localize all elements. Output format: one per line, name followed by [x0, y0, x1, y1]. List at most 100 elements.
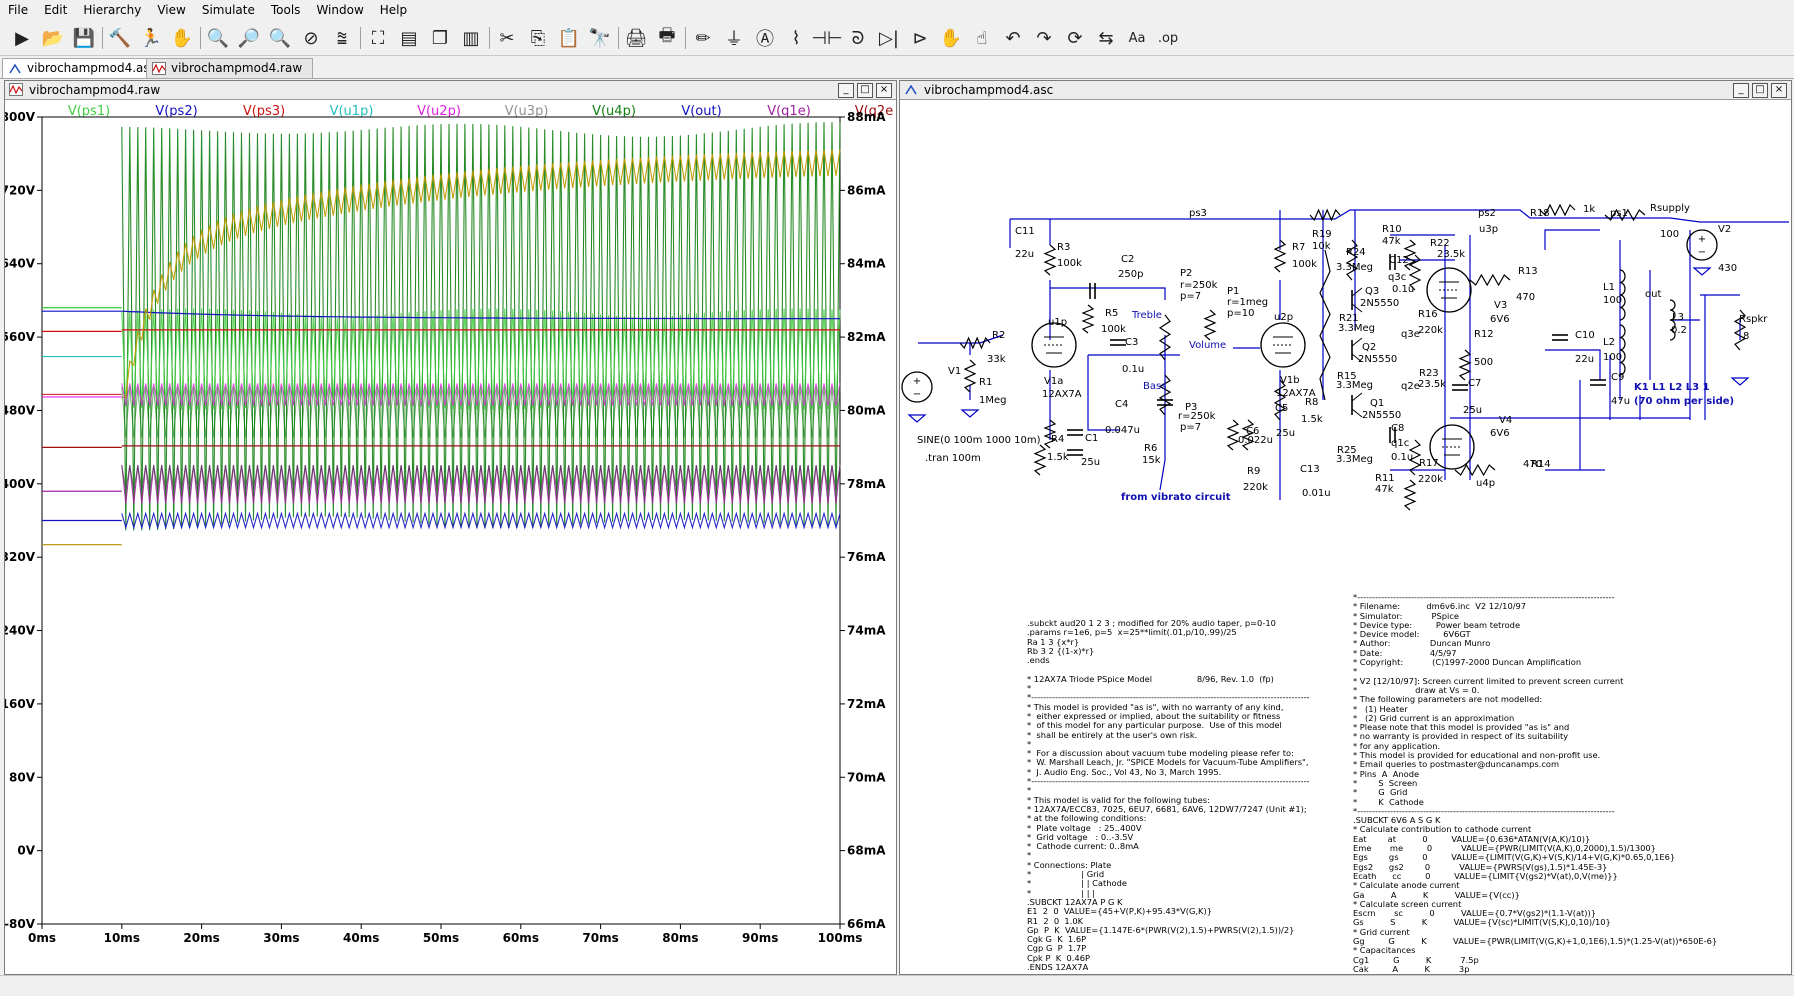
- resistor-icon[interactable]: [1033, 444, 1047, 476]
- component-label[interactable]: Q3: [1365, 286, 1379, 297]
- component-label[interactable]: 10k: [1312, 241, 1331, 252]
- component-label[interactable]: 1.5k: [1301, 414, 1323, 425]
- component-label[interactable]: 6V6: [1490, 428, 1510, 439]
- net-label[interactable]: ps2: [1478, 208, 1496, 219]
- component-label[interactable]: V2: [1718, 224, 1731, 235]
- component-label[interactable]: 470: [1516, 292, 1535, 303]
- component-label[interactable]: C8: [1391, 423, 1404, 434]
- net-label[interactable]: q3c: [1388, 272, 1406, 283]
- component-label[interactable]: 0.1u: [1122, 364, 1144, 375]
- redo-icon[interactable]: ↷: [1030, 24, 1058, 52]
- component-label[interactable]: V4: [1499, 415, 1512, 426]
- drag-icon[interactable]: ☝: [968, 24, 996, 52]
- component-label[interactable]: R18: [1530, 208, 1550, 219]
- resistor-icon[interactable]: [1203, 309, 1217, 341]
- component-label[interactable]: 3.3Meg: [1336, 454, 1373, 465]
- resistor-icon[interactable]: [1458, 349, 1472, 381]
- halt-icon[interactable]: 🏃: [137, 24, 165, 52]
- component-label[interactable]: 0.047u: [1105, 425, 1140, 436]
- resistor-icon[interactable]: [1226, 419, 1240, 451]
- capacitor-icon[interactable]: ⊣⊢: [811, 24, 842, 52]
- component-label[interactable]: L1: [1603, 282, 1615, 293]
- component-label[interactable]: R2: [992, 330, 1005, 341]
- component-label[interactable]: R11: [1375, 473, 1395, 484]
- component-label[interactable]: p=10: [1227, 308, 1254, 319]
- component-label[interactable]: 220k: [1243, 482, 1268, 493]
- component-label[interactable]: K1 L1 L2 L3 1: [1634, 382, 1710, 393]
- print-setup-icon[interactable]: 🖨: [622, 24, 650, 52]
- component-icon[interactable]: ⊳: [906, 24, 934, 52]
- component-label[interactable]: P2: [1180, 268, 1192, 279]
- component-label[interactable]: 250p: [1118, 269, 1143, 280]
- save-icon[interactable]: 💾: [70, 24, 98, 52]
- cut-icon[interactable]: ✂: [493, 24, 521, 52]
- component-label[interactable]: Volume: [1189, 340, 1226, 351]
- component-label[interactable]: R17: [1419, 458, 1439, 469]
- component-label[interactable]: 100k: [1101, 324, 1126, 335]
- source-spec[interactable]: SINE(0 100m 1000 10m): [917, 435, 1041, 446]
- schematic-window[interactable]: vibrochampmod4.asc _ □ × + − + − ps3 ps2 ps1 u3…: [899, 80, 1792, 992]
- component-label[interactable]: L3: [1672, 312, 1684, 323]
- component-label[interactable]: C5: [1275, 403, 1288, 414]
- menu-edit[interactable]: Edit: [36, 0, 75, 20]
- component-label[interactable]: 1k: [1583, 204, 1595, 215]
- component-label[interactable]: 220k: [1418, 325, 1443, 336]
- component-label[interactable]: 2N5550: [1360, 298, 1399, 309]
- component-label[interactable]: 22u: [1015, 249, 1034, 260]
- component-label[interactable]: V1: [948, 366, 961, 377]
- tab-schematic[interactable]: vibrochampmod4.asc: [2, 58, 168, 78]
- fit-icon[interactable]: ⛶: [364, 24, 392, 52]
- component-label[interactable]: R7: [1292, 242, 1305, 253]
- zoom-cancel-icon[interactable]: ⊘: [297, 24, 325, 52]
- close-button[interactable]: ×: [876, 83, 892, 98]
- spice-directive-12ax7a[interactable]: .subckt aud20 1 2 3 ; modified for 20% a…: [1027, 618, 1310, 972]
- resistor-icon[interactable]: [1403, 479, 1417, 511]
- menu-help[interactable]: Help: [372, 0, 415, 20]
- menu-tools[interactable]: Tools: [263, 0, 309, 20]
- component-label[interactable]: C2: [1121, 254, 1134, 265]
- component-label[interactable]: 0.1u: [1392, 284, 1414, 295]
- component-label[interactable]: p=7: [1180, 291, 1201, 302]
- tile-horizontal-icon[interactable]: ▤: [395, 24, 423, 52]
- component-label[interactable]: 47k: [1382, 236, 1401, 247]
- component-label[interactable]: P1: [1227, 286, 1239, 297]
- component-label[interactable]: C4: [1115, 399, 1128, 410]
- component-label[interactable]: R24: [1346, 247, 1366, 258]
- component-label[interactable]: (70 ohm per side): [1634, 396, 1734, 407]
- component-label[interactable]: 0.022u: [1238, 435, 1273, 446]
- component-label[interactable]: 2N5550: [1358, 354, 1397, 365]
- component-label[interactable]: C13: [1300, 464, 1320, 475]
- component-label[interactable]: C11: [1015, 226, 1035, 237]
- maximize-button[interactable]: □: [857, 83, 873, 98]
- component-label[interactable]: R5: [1105, 308, 1118, 319]
- component-label[interactable]: 3.3Meg: [1336, 380, 1373, 391]
- component-label[interactable]: V1a: [1044, 376, 1063, 387]
- component-label[interactable]: 3.3Meg: [1336, 262, 1373, 273]
- spice-directive-icon[interactable]: .op: [1154, 24, 1182, 52]
- component-label[interactable]: R1: [979, 377, 992, 388]
- component-label[interactable]: 47u: [1611, 396, 1630, 407]
- component-label[interactable]: R3: [1057, 242, 1070, 253]
- component-label[interactable]: r=1meg: [1227, 297, 1268, 308]
- component-label[interactable]: r=250k: [1178, 411, 1216, 422]
- control-panel-icon[interactable]: 🔨: [106, 24, 134, 52]
- component-label[interactable]: Treble: [1131, 310, 1162, 321]
- draw-wire-icon[interactable]: ✏: [689, 24, 717, 52]
- cascade-icon[interactable]: ❐: [426, 24, 454, 52]
- component-label[interactable]: V3: [1494, 300, 1507, 311]
- component-label[interactable]: R9: [1247, 466, 1260, 477]
- component-label[interactable]: C1: [1085, 433, 1098, 444]
- component-label[interactable]: Bass: [1143, 381, 1166, 392]
- component-label[interactable]: p=7: [1180, 422, 1201, 433]
- component-label[interactable]: Q2: [1362, 342, 1376, 353]
- component-label[interactable]: 100k: [1292, 259, 1317, 270]
- waveform-window[interactable]: vibrochampmod4.raw _ □ × V(ps1) V(ps2) V(p…: [4, 80, 897, 975]
- component-label[interactable]: C3: [1125, 337, 1138, 348]
- menu-hierarchy[interactable]: Hierarchy: [75, 0, 149, 20]
- component-label[interactable]: 100: [1603, 295, 1622, 306]
- component-label[interactable]: R13: [1518, 266, 1538, 277]
- component-label[interactable]: 15k: [1142, 455, 1161, 466]
- component-label[interactable]: V1b: [1280, 375, 1300, 386]
- copy-icon[interactable]: ⎘: [524, 24, 552, 52]
- paste-icon[interactable]: 📋: [555, 24, 583, 52]
